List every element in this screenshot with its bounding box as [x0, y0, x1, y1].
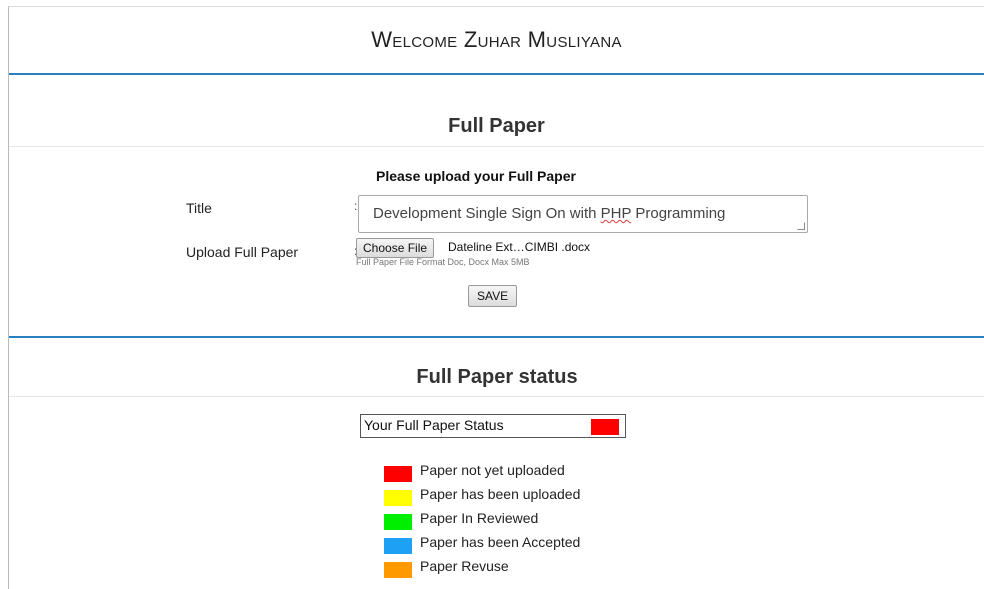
status-color-indicator — [591, 419, 619, 435]
full-paper-divider — [9, 146, 984, 147]
upload-section-divider — [9, 336, 984, 338]
upload-heading: Please upload your Full Paper — [376, 168, 576, 184]
full-paper-status-title: Full Paper status — [416, 366, 578, 388]
title-label: Title — [186, 200, 212, 216]
title-colon: : — [354, 199, 358, 213]
legend-swatch — [384, 466, 412, 482]
title-field-text-end: Programming — [631, 205, 726, 222]
file-format-hint: Full Paper File Format Doc, Docx Max 5MB — [356, 257, 530, 267]
title-field-text-start: Development Single Sign On with — [373, 205, 601, 222]
title-field-misspelled-word: PHP — [600, 205, 632, 222]
title-field[interactable]: Development Single Sign On with PHP Prog… — [358, 195, 808, 233]
save-button[interactable]: SAVE — [468, 285, 518, 307]
legend-swatch — [384, 538, 412, 554]
legend-swatch — [384, 562, 412, 578]
legend-label: Paper has been uploaded — [420, 486, 581, 502]
selected-file-name: Dateline Ext…CIMBI .docx — [448, 240, 591, 254]
header-divider — [9, 73, 984, 75]
legend-label: Paper Revuse — [420, 558, 509, 574]
status-box: Your Full Paper Status — [360, 414, 626, 438]
legend-label: Paper has been Accepted — [420, 534, 581, 550]
resize-grip-icon[interactable] — [797, 222, 805, 230]
welcome-header: Welcome Zuhar Musliyana — [371, 27, 622, 52]
status-label: Your Full Paper Status — [364, 417, 504, 433]
legend-swatch — [384, 514, 412, 530]
choose-file-button[interactable]: Choose File — [356, 238, 435, 258]
legend-swatch — [384, 490, 412, 506]
legend-label: Paper In Reviewed — [420, 510, 539, 526]
upload-label: Upload Full Paper — [186, 244, 299, 260]
full-paper-title: Full Paper — [448, 115, 545, 137]
status-title-divider — [9, 396, 984, 397]
legend-label: Paper not yet uploaded — [420, 462, 565, 478]
